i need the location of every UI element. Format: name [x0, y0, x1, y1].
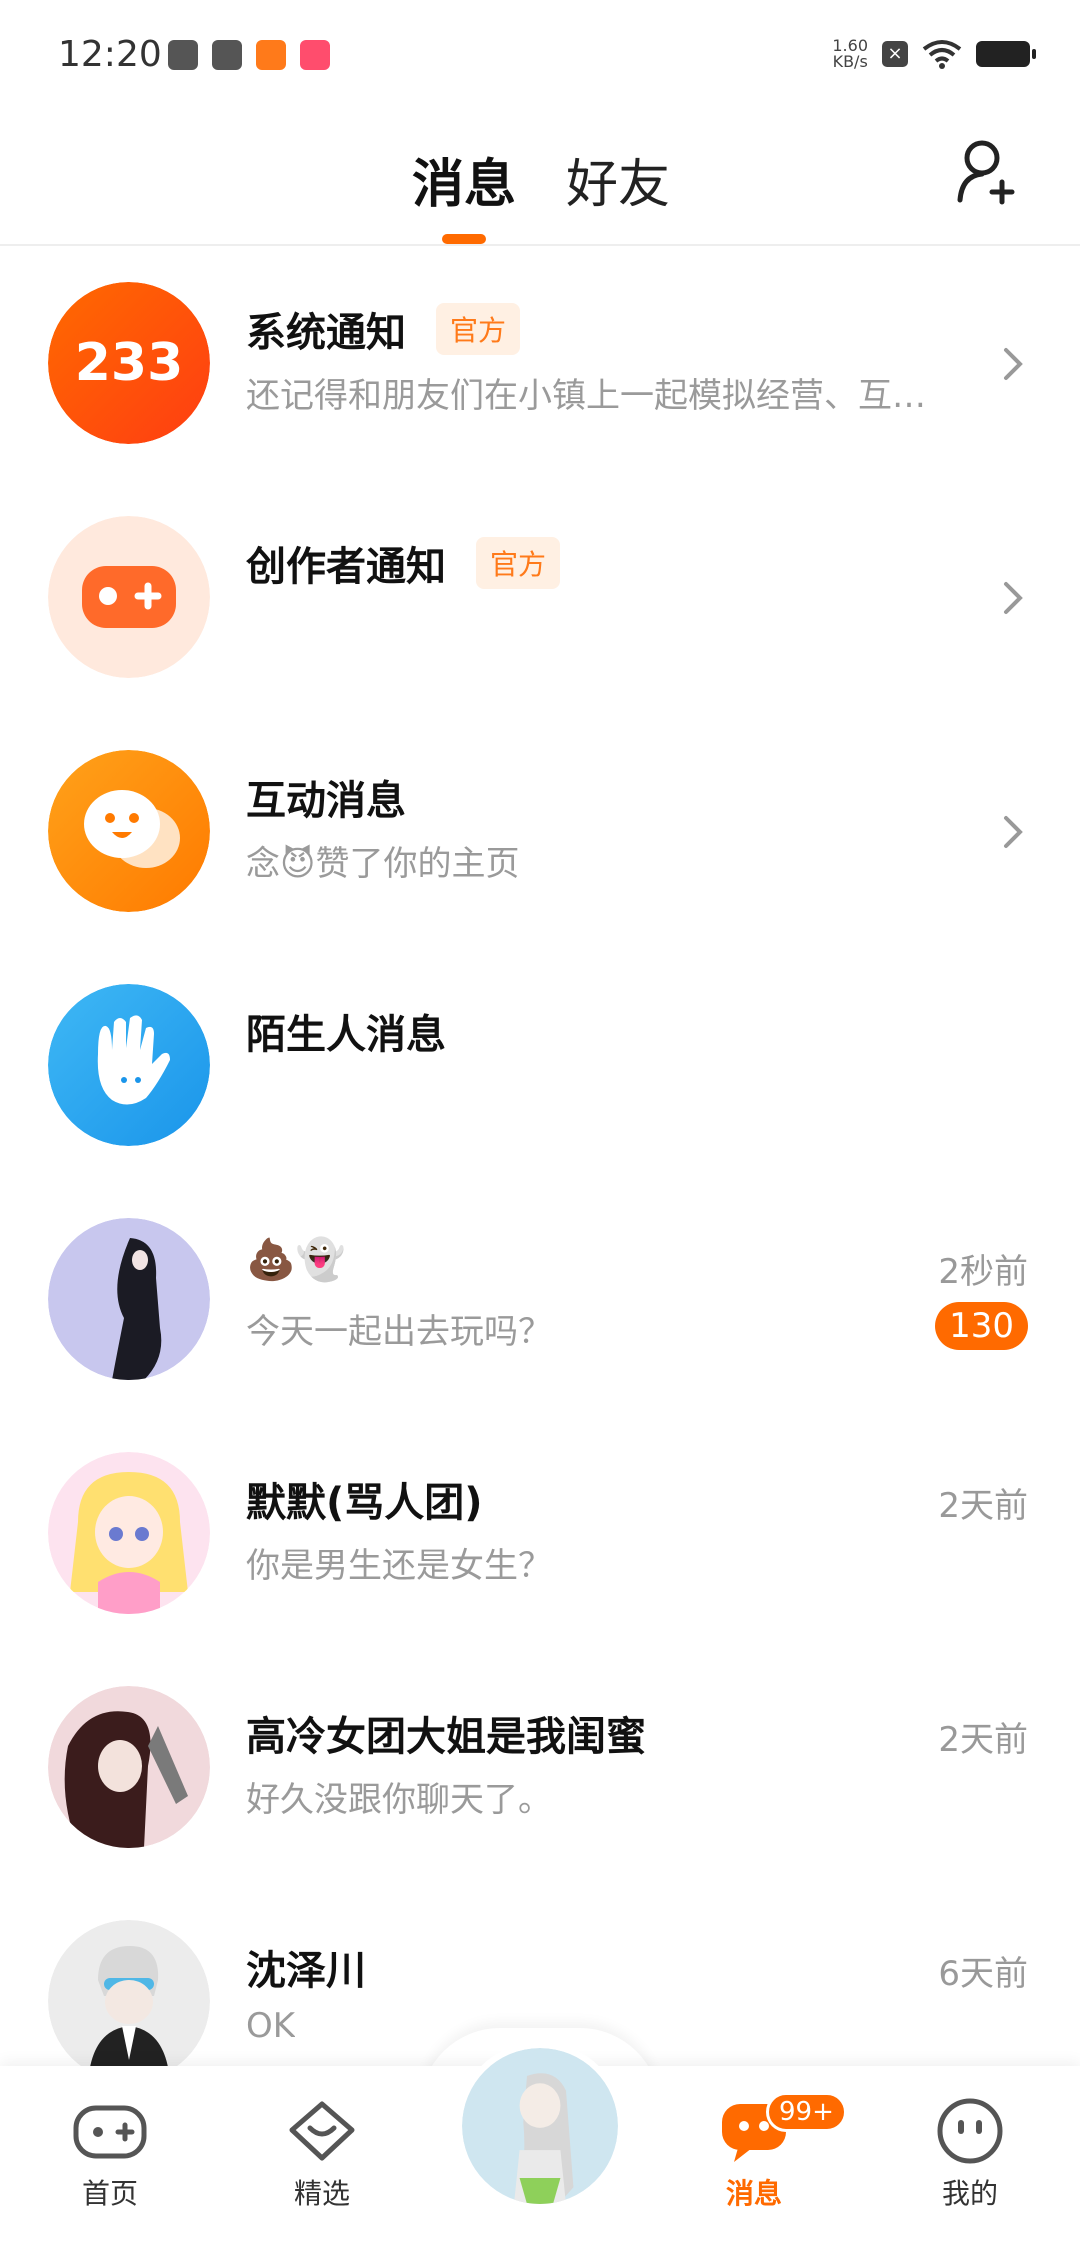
- list-item-creator-notice[interactable]: 创作者通知 官方: [0, 482, 1080, 716]
- network-speed-unit: KB/s: [832, 52, 868, 71]
- item-title: 高冷女团大姐是我闺蜜: [246, 1714, 646, 1760]
- title-line: 系统通知 官方: [246, 300, 521, 358]
- app-notification-icon: [300, 40, 330, 70]
- item-preview: 好久没跟你聊天了。: [246, 1780, 552, 1820]
- network-speed: 1.60 KB/s: [832, 38, 868, 70]
- title-line: 💩👻: [246, 1236, 346, 1283]
- message-list: 233 系统通知 官方 还记得和朋友们在小镇上一起模拟经营、互… 创作者通知 官…: [0, 248, 1080, 2120]
- active-tab-indicator: [442, 234, 486, 244]
- title-line: 沈泽川: [246, 1938, 366, 1996]
- clipboard-icon: [168, 40, 198, 70]
- item-title: 陌生人消息: [246, 1012, 446, 1058]
- status-bar: 12:20 1.60 KB/s ×: [0, 0, 1080, 110]
- list-item-interactions[interactable]: 互动消息 念😈赞了你的主页: [0, 716, 1080, 950]
- messages-count-badge: 99+: [766, 2092, 847, 2132]
- nav-home-label: 首页: [81, 2177, 138, 2210]
- nav-home[interactable]: 首页: [40, 2096, 180, 2212]
- item-title: 沈泽川: [246, 1948, 366, 1994]
- chevron-right-icon: [1004, 582, 1023, 614]
- battery-icon: [976, 41, 1036, 67]
- system-avatar-text: 233: [75, 333, 184, 393]
- wifi-icon: [922, 40, 962, 69]
- status-right-icons: 1.60 KB/s ×: [832, 38, 1036, 70]
- item-time: 2天前: [938, 1486, 1028, 1526]
- face-icon: [937, 2098, 1003, 2164]
- item-title: 创作者通知: [246, 544, 446, 590]
- item-preview: 念😈赞了你的主页: [246, 844, 520, 884]
- app-notification-icon: [256, 40, 286, 70]
- creator-notice-avatar: [48, 516, 210, 678]
- item-title: 互动消息: [246, 778, 406, 824]
- stranger-messages-avatar: [48, 984, 210, 1146]
- user-avatar: [48, 1920, 210, 2082]
- title-line: 陌生人消息: [246, 1002, 446, 1060]
- list-item-chat[interactable]: 高冷女团大姐是我闺蜜 好久没跟你聊天了。 2天前: [0, 1652, 1080, 1886]
- add-user-icon[interactable]: [956, 138, 1020, 208]
- nav-featured[interactable]: 精选: [252, 2096, 392, 2212]
- nav-featured-label: 精选: [293, 2177, 350, 2210]
- nav-mine-label: 我的: [941, 2177, 998, 2210]
- item-title: 系统通知: [246, 310, 406, 356]
- user-avatar: [48, 1452, 210, 1614]
- official-badge: 官方: [476, 537, 561, 589]
- app-notification-icon: [212, 40, 242, 70]
- title-line: 互动消息: [246, 768, 406, 826]
- status-time: 12:20: [58, 34, 162, 75]
- list-item-stranger-messages[interactable]: 陌生人消息: [0, 950, 1080, 1184]
- top-tab-bar: 消息 好友: [0, 110, 1080, 246]
- item-preview: 还记得和朋友们在小镇上一起模拟经营、互…: [246, 376, 926, 416]
- item-time: 2秒前: [938, 1252, 1028, 1292]
- nav-mine[interactable]: 我的: [900, 2096, 1040, 2212]
- unread-count-badge: 130: [935, 1302, 1028, 1350]
- system-notice-avatar: 233: [48, 282, 210, 444]
- notification-icons: [168, 40, 330, 70]
- item-title: 💩👻: [246, 1237, 346, 1283]
- item-title: 默默(骂人团): [246, 1480, 483, 1526]
- title-line: 创作者通知 官方: [246, 534, 561, 592]
- official-badge: 官方: [436, 303, 521, 355]
- list-item-system-notice[interactable]: 233 系统通知 官方 还记得和朋友们在小镇上一起模拟经营、互…: [0, 248, 1080, 482]
- interactions-avatar: [48, 750, 210, 912]
- center-character-avatar[interactable]: [456, 2042, 624, 2210]
- list-item-chat[interactable]: 💩👻 今天一起出去玩吗？ 2秒前 130: [0, 1184, 1080, 1418]
- chevron-right-icon: [1004, 816, 1023, 848]
- user-avatar: [48, 1218, 210, 1380]
- close-box-icon: ×: [882, 41, 908, 67]
- user-avatar: [48, 1686, 210, 1848]
- title-line: 默默(骂人团): [246, 1470, 483, 1528]
- item-preview: 今天一起出去玩吗？: [246, 1312, 552, 1352]
- diamond-icon: [289, 2101, 355, 2161]
- tab-friends[interactable]: 好友: [566, 142, 670, 217]
- item-time: 2天前: [938, 1720, 1028, 1760]
- item-preview: OK: [246, 2006, 296, 2046]
- item-time: 6天前: [938, 1954, 1028, 1994]
- gamepad-icon: [73, 2105, 147, 2159]
- list-item-chat[interactable]: 默默(骂人团) 你是男生还是女生？ 2天前: [0, 1418, 1080, 1652]
- tab-messages[interactable]: 消息: [412, 142, 516, 217]
- item-preview: 你是男生还是女生？: [246, 1546, 552, 1586]
- chevron-right-icon: [1004, 348, 1023, 380]
- nav-messages-label: 消息: [725, 2177, 782, 2210]
- title-line: 高冷女团大姐是我闺蜜: [246, 1704, 646, 1762]
